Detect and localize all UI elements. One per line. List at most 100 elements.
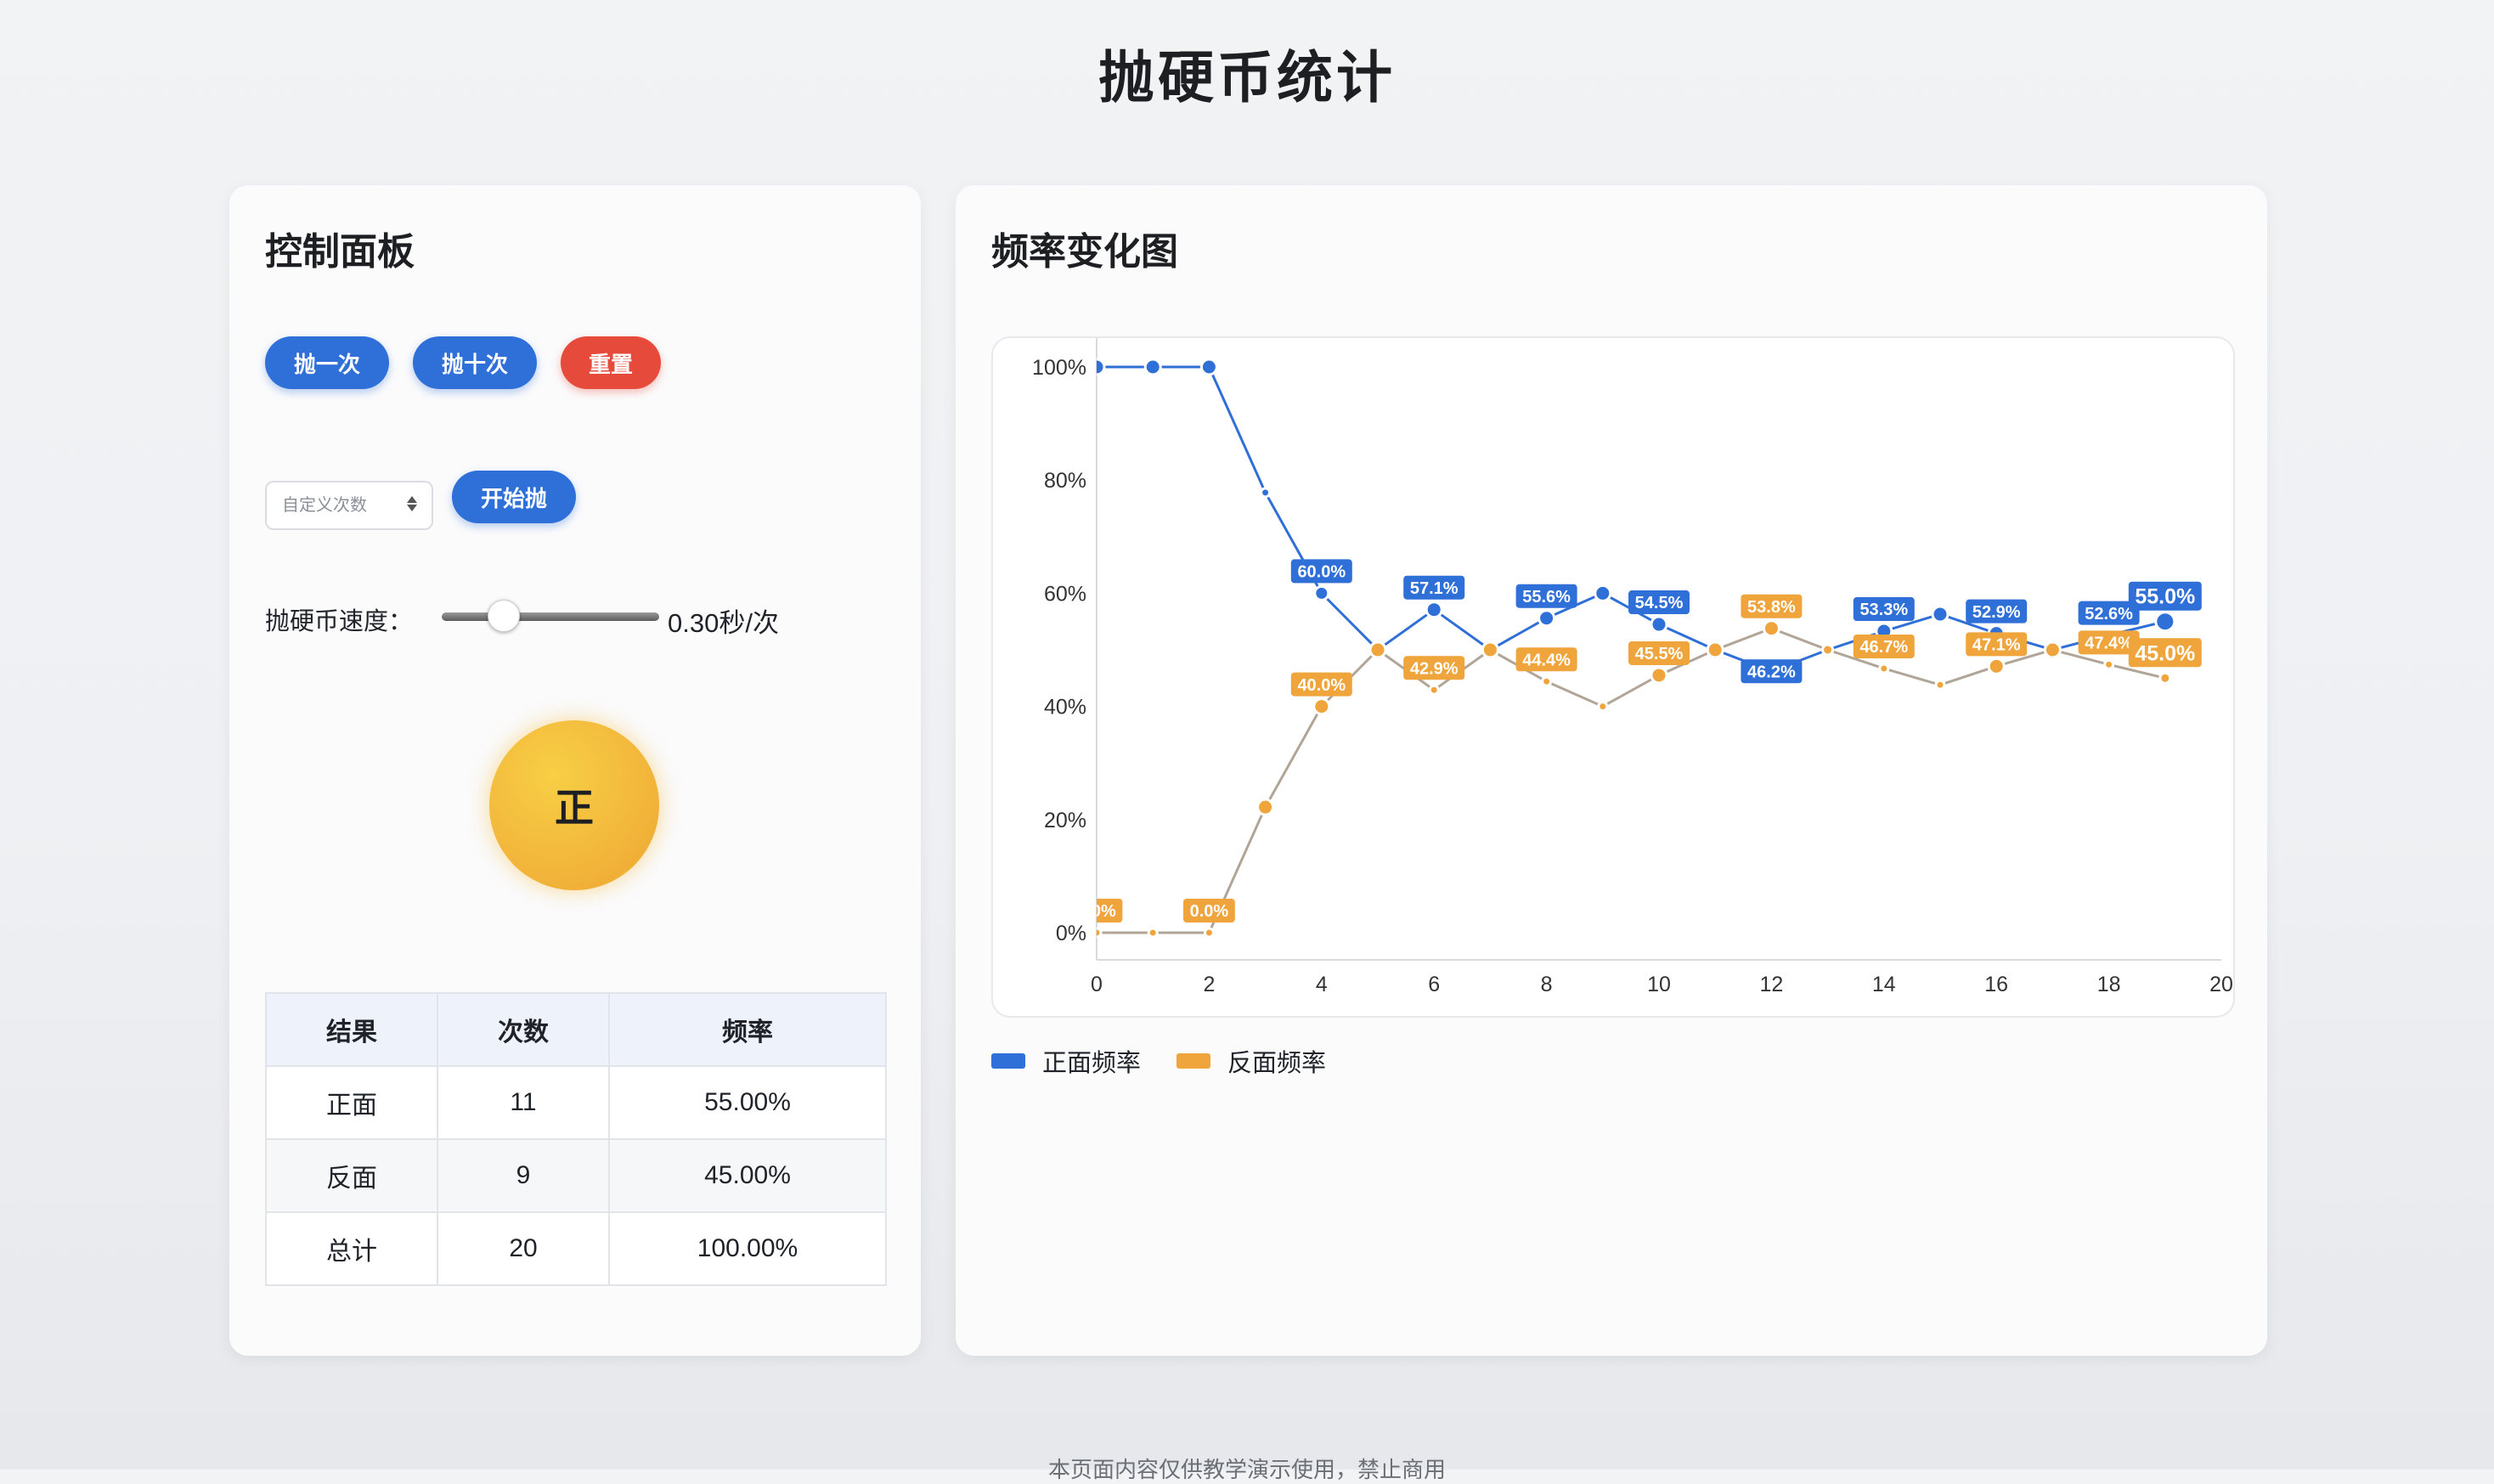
x-tick-label: 20 [2209,973,2233,996]
table-row: 反面 9 45.00% [265,1138,887,1213]
data-label-tails: 46.7% [1853,634,1915,658]
data-point-tails [1097,927,1103,939]
data-point-heads [1260,487,1272,499]
data-label-text-tails: 47.1% [1972,636,2021,655]
data-point-tails [1650,666,1668,685]
data-point-tails [1203,927,1215,939]
data-label-tails: 53.8% [1741,594,1803,618]
x-tick-label: 6 [1428,973,1440,996]
flip-once-button[interactable]: 抛一次 [265,336,389,389]
data-label-text-tails: 46.7% [1859,638,1908,657]
data-label-text-heads: 52.6% [2085,605,2133,624]
table-cell: 20 [437,1211,610,1286]
table-header: 频率 [608,992,887,1067]
data-point-tails [1428,684,1440,696]
page-title: 抛硬币统计 [1098,46,1396,109]
data-point-tails [1597,701,1609,713]
legend-item-heads[interactable]: 正面频率 [991,1043,1141,1079]
x-tick-label: 4 [1316,973,1328,996]
data-point-tails [1987,657,2006,675]
table-header-row: 结果 次数 频率 [265,992,887,1067]
speed-slider[interactable] [442,612,659,621]
control-panel: 控制面板 抛一次 抛十次 重置 开始抛 抛硬币速度： 0.30秒/次 正 结果 … [229,185,921,1356]
data-point-tails [2103,658,2115,670]
x-tick-label: 18 [2097,973,2121,996]
data-point-tails [1312,697,1331,716]
data-label-heads: 60.0% [1290,559,1352,584]
plot-area: 60.0% 57.1% 55.6% 54.5% 46.2% 53.3% 52.9% 52.6%… [1077,358,2202,939]
data-label-text-tails: 42.9% [1410,659,1459,678]
coin[interactable]: 正 [489,720,659,890]
y-tick-label: 80% [1044,469,1086,493]
data-point-tails [2158,671,2172,685]
data-label-text-tails: 40.0% [1297,676,1346,695]
x-tick-label: 8 [1541,973,1553,996]
number-spinner-icon[interactable] [406,494,418,518]
x-tick-label: 16 [1984,973,2008,996]
data-label-tails: 40.0% [1290,672,1352,697]
data-label-text-tails: 47.4% [2085,635,2133,653]
data-point-heads [1097,358,1106,376]
data-label-text-tails: 45.0% [2135,641,2195,665]
table-cell: 总计 [265,1211,438,1286]
series-line-heads [1097,365,2166,673]
data-label-tails: 45.5% [1628,640,1690,665]
data-label-heads: 57.1% [1403,575,1465,600]
data-point-tails [1147,927,1159,939]
data-label-text-heads: 55.6% [1522,588,1571,607]
x-tick-label: 14 [1872,973,1896,996]
data-point-tails [1481,640,1499,659]
y-tick-label: 100% [1032,356,1086,380]
table-cell: 反面 [265,1138,438,1213]
data-label-tails: 0.0% [1077,899,1123,923]
x-tick-label: 2 [1203,973,1215,996]
table-cell: 9 [437,1138,610,1213]
data-point-tails [1368,640,1387,659]
data-point-tails [1878,663,1890,674]
data-label-text-tails: 0.0% [1077,902,1116,921]
data-label-heads: 53.3% [1853,597,1915,622]
data-label-text-heads: 57.1% [1410,579,1459,598]
data-label-text-heads: 54.5% [1635,594,1684,612]
data-point-heads [1650,615,1668,634]
table-header: 次数 [437,992,610,1067]
stats-table: 结果 次数 频率 正面 11 55.00% 反面 9 45.00% 总计 20 … [265,992,887,1286]
data-point-heads [1425,601,1443,619]
data-label-tails: 42.9% [1403,656,1465,680]
data-label-text-heads: 53.3% [1859,601,1908,619]
data-label-tails: 45.0% [2128,638,2202,668]
table-cell: 11 [437,1065,610,1140]
flip-ten-button[interactable]: 抛十次 [413,336,537,389]
speed-value: 0.30秒/次 [668,608,779,638]
chart-panel: 频率变化图 0% 20% 40% 60% 80% 100% 0 2 4 6 8 10 12 14 16 18 2… [956,185,2267,1356]
data-point-heads [1538,609,1556,628]
control-panel-title: 控制面板 [265,231,415,273]
speed-label: 抛硬币速度： [265,608,414,635]
y-tick-label: 60% [1044,582,1086,606]
x-tick-label: 0 [1091,973,1103,996]
data-label-heads: 55.6% [1515,584,1577,608]
data-point-heads [1594,584,1612,602]
coin-face-label: 正 [555,786,594,830]
speed-slider-thumb[interactable] [487,600,520,632]
data-label-tails: 47.1% [1966,632,2028,657]
data-point-tails [1256,798,1275,816]
data-point-heads [1313,584,1330,601]
data-label-heads: 55.0% [2128,581,2202,611]
table-header: 结果 [265,992,438,1067]
data-label-heads: 46.2% [1741,659,1803,684]
start-flip-button[interactable]: 开始抛 [452,471,576,523]
data-point-tails [2043,640,2062,659]
data-label-text-heads: 46.2% [1747,663,1796,682]
table-row: 正面 11 55.00% [265,1065,887,1140]
data-point-heads [2154,611,2176,633]
legend-item-tails[interactable]: 反面频率 [1176,1043,1326,1079]
data-point-heads [1931,605,1949,624]
legend-swatch-heads [991,1053,1025,1069]
legend-swatch-tails [1176,1053,1210,1069]
data-point-tails [1762,619,1780,638]
chart-panel-title: 频率变化图 [991,231,1178,273]
data-point-tails [1934,679,1946,691]
table-cell: 45.00% [608,1138,887,1213]
reset-button[interactable]: 重置 [561,336,661,389]
